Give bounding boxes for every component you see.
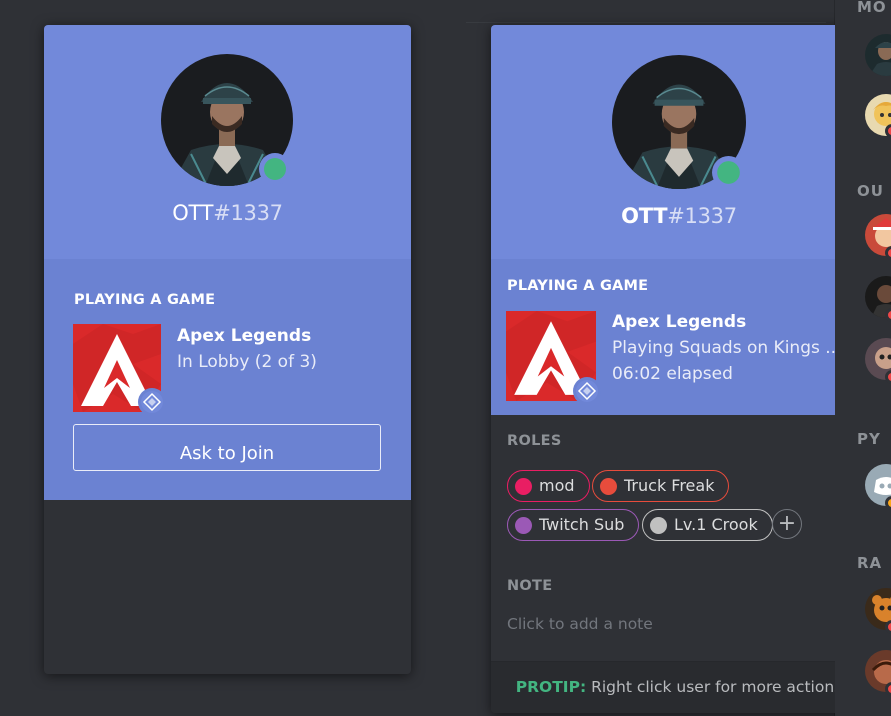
role-color-dot xyxy=(515,517,532,534)
protip-label: PROTIP: xyxy=(515,678,587,696)
member-status-icon xyxy=(885,496,891,510)
game-state: In Lobby (2 of 3) xyxy=(177,352,317,372)
member-status-icon xyxy=(885,308,891,322)
protip-text: Right click user for more actions xyxy=(591,678,843,696)
role-lv1-crook[interactable]: Lv.1 Crook xyxy=(642,509,773,541)
role-color-dot xyxy=(600,478,617,495)
role-label: Lv.1 Crook xyxy=(674,515,758,534)
role-label: mod xyxy=(539,476,575,495)
username: OTT#1337 xyxy=(44,201,411,225)
role-label: Truck Freak xyxy=(624,476,715,495)
member-group-header: MO xyxy=(857,0,887,16)
elapsed-time: 06:02 elapsed xyxy=(612,364,733,384)
status-online-icon xyxy=(258,152,292,186)
roles-header: ROLES xyxy=(507,433,562,449)
game-name: Apex Legends xyxy=(177,326,312,346)
member-group-header: RA xyxy=(857,554,883,572)
user-popout-full: OTT#1337 PLAYING A GAME Apex Legends Pla… xyxy=(491,25,867,713)
member-status-icon xyxy=(885,620,891,634)
protip-footer: PROTIP: Right click user for more action… xyxy=(491,661,867,713)
role-mod[interactable]: mod xyxy=(507,470,590,502)
note-header: NOTE xyxy=(507,578,553,594)
add-role-icon[interactable]: + xyxy=(772,509,802,539)
background-divider xyxy=(466,22,826,23)
ask-to-join-button[interactable]: Ask to Join xyxy=(73,424,381,471)
user-discriminator: #1337 xyxy=(213,201,283,225)
user-name: OTT xyxy=(621,204,668,228)
user-popout-compact: OTT#1337 PLAYING A GAME Apex Legends In … xyxy=(44,25,411,674)
user-discriminator: #1337 xyxy=(667,204,737,228)
activity-header: PLAYING A GAME xyxy=(507,278,649,294)
role-color-dot xyxy=(650,517,667,534)
user-name: OTT xyxy=(172,201,214,225)
role-color-dot xyxy=(515,478,532,495)
background-channel-area xyxy=(411,0,491,716)
game-name: Apex Legends xyxy=(612,312,747,332)
member-status-icon xyxy=(885,682,891,696)
username: OTT#1337 xyxy=(491,204,867,228)
note-input[interactable] xyxy=(507,613,847,635)
role-twitch-sub[interactable]: Twitch Sub xyxy=(507,509,640,541)
game-badge-icon xyxy=(572,376,602,406)
role-truck-freak[interactable]: Truck Freak xyxy=(592,470,730,502)
activity-header: PLAYING A GAME xyxy=(74,292,216,308)
member-group-header: PY xyxy=(857,430,881,448)
member-group-header: OU xyxy=(857,182,884,200)
game-details: Playing Squads on Kings ... xyxy=(612,338,842,358)
role-label: Twitch Sub xyxy=(539,515,625,534)
status-online-icon xyxy=(711,155,746,190)
game-badge-icon xyxy=(137,387,167,417)
member-list: MO OU PY RA xyxy=(835,0,891,716)
member-status-icon xyxy=(885,246,891,260)
member-status-icon xyxy=(885,370,891,384)
member-avatar[interactable] xyxy=(865,34,891,76)
